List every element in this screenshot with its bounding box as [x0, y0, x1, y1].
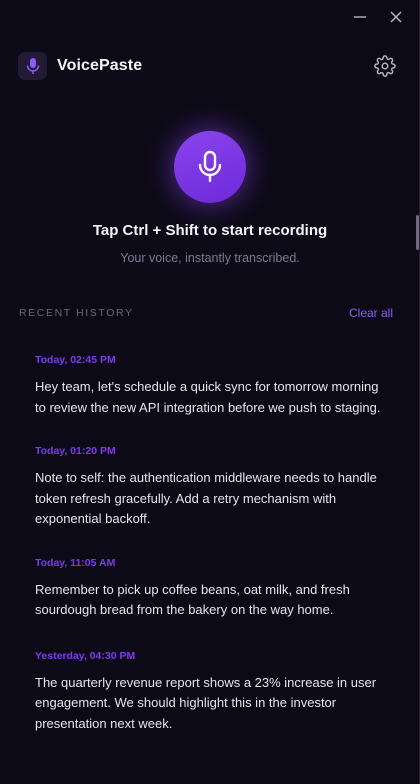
clear-all-button[interactable]: Clear all	[349, 306, 393, 320]
microphone-icon	[26, 58, 39, 74]
history-item-text: Remember to pick up coffee beans, oat mi…	[35, 581, 350, 618]
history-item[interactable]: Yesterday, 04:30 PM The quarterly revenu…	[35, 650, 385, 735]
app-logo	[18, 52, 47, 80]
app-title: VoicePaste	[57, 57, 143, 74]
history-item-text: Hey team, let's schedule a quick sync fo…	[35, 379, 381, 415]
history-item-time: Today, 02:45 PM	[35, 354, 116, 366]
history-item-time: Today, 01:20 PM	[35, 445, 116, 457]
history-item-time: Yesterday, 04:30 PM	[35, 649, 136, 662]
history-list: Today, 02:45 PM Hey team, let's schedule…	[35, 354, 385, 761]
record-subtitle: Your voice, instantly transcribed.	[120, 251, 300, 265]
history-item-text: Note to self: the authentication middlew…	[35, 470, 377, 526]
close-button[interactable]	[383, 6, 409, 28]
scrollbar-thumb[interactable]	[416, 215, 419, 250]
history-item-time: Today, 11:05 AM	[35, 556, 116, 569]
recorder-area	[0, 102, 419, 232]
history-item[interactable]: Today, 02:45 PM Hey team, let's schedule…	[35, 354, 385, 418]
gear-icon	[374, 55, 396, 77]
history-item-text: The quarterly revenue report shows a 23%…	[35, 674, 377, 731]
history-title: RECENT HISTORY	[19, 307, 134, 319]
title-bar	[0, 0, 419, 36]
history-header: RECENT HISTORY Clear all	[19, 306, 393, 320]
history-item[interactable]: Today, 01:20 PM Note to self: the authen…	[35, 445, 385, 530]
minimize-button[interactable]	[347, 6, 373, 28]
close-icon	[390, 11, 402, 23]
app-window: VoicePaste Tap Ctrl + Shift to start rec…	[0, 0, 420, 784]
microphone-icon	[198, 150, 222, 183]
record-prompt: Tap Ctrl + Shift to start recording	[92, 222, 328, 239]
history-item[interactable]: Today, 11:05 AM Remember to pick up coff…	[35, 557, 385, 621]
record-button[interactable]	[174, 131, 246, 203]
app-header: VoicePaste	[18, 52, 397, 80]
minimize-icon	[354, 16, 366, 18]
settings-button[interactable]	[373, 54, 397, 78]
